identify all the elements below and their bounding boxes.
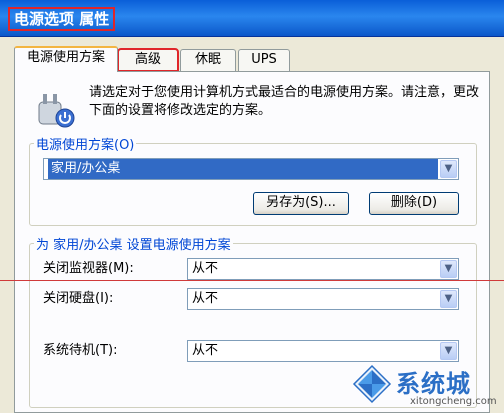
- power-plug-icon: [38, 94, 75, 128]
- intro-text: 请选定对于您使用计算机方式最适合的电源使用方案。请注意，更改下面的设置将修改选定…: [89, 85, 480, 118]
- tab-ups[interactable]: UPS: [238, 49, 290, 71]
- system-standby-select[interactable]: 从不 ▼: [187, 340, 459, 362]
- hard-disk-off-label: 关闭硬盘(I):: [43, 291, 114, 306]
- delete-button[interactable]: 删除(D): [369, 192, 459, 215]
- hard-disk-off-value: 从不: [192, 291, 219, 306]
- watermark-text: 系统城: [396, 370, 471, 398]
- tab-hibernate[interactable]: 休眠: [180, 49, 236, 71]
- system-standby-value: 从不: [192, 343, 219, 358]
- chevron-down-icon[interactable]: ▼: [440, 290, 457, 308]
- watermark-url: xitongcheng.com: [410, 396, 497, 407]
- power-scheme-select[interactable]: 家用/办公桌 ▼: [43, 158, 459, 180]
- power-scheme-legend: 电源使用方案(O): [36, 138, 135, 153]
- chevron-down-icon[interactable]: ▼: [440, 160, 457, 178]
- scheme-settings-legend: 为 家用/办公桌 设置电源使用方案: [36, 238, 231, 253]
- windows-logo-icon: [352, 364, 392, 404]
- title-bar[interactable]: 电源选项 属性: [0, 0, 504, 37]
- monitor-off-value: 从不: [192, 261, 219, 276]
- tab-power-schemes[interactable]: 电源使用方案: [14, 46, 118, 72]
- save-as-button[interactable]: 另存为(S)...: [253, 192, 349, 215]
- watermark: 系统城 xitongcheng.com: [348, 360, 504, 413]
- monitor-off-label: 关闭监视器(M):: [43, 261, 134, 276]
- annotation-line: [0, 280, 504, 281]
- monitor-off-select[interactable]: 从不 ▼: [187, 258, 459, 280]
- tab-advanced[interactable]: 高级: [117, 48, 179, 72]
- system-standby-label: 系统待机(T):: [43, 343, 118, 358]
- window-title: 电源选项 属性: [8, 7, 116, 31]
- chevron-down-icon[interactable]: ▼: [440, 260, 457, 278]
- chevron-down-icon[interactable]: ▼: [440, 342, 457, 360]
- hard-disk-off-select[interactable]: 从不 ▼: [187, 288, 459, 310]
- power-scheme-value: 家用/办公桌: [48, 159, 438, 179]
